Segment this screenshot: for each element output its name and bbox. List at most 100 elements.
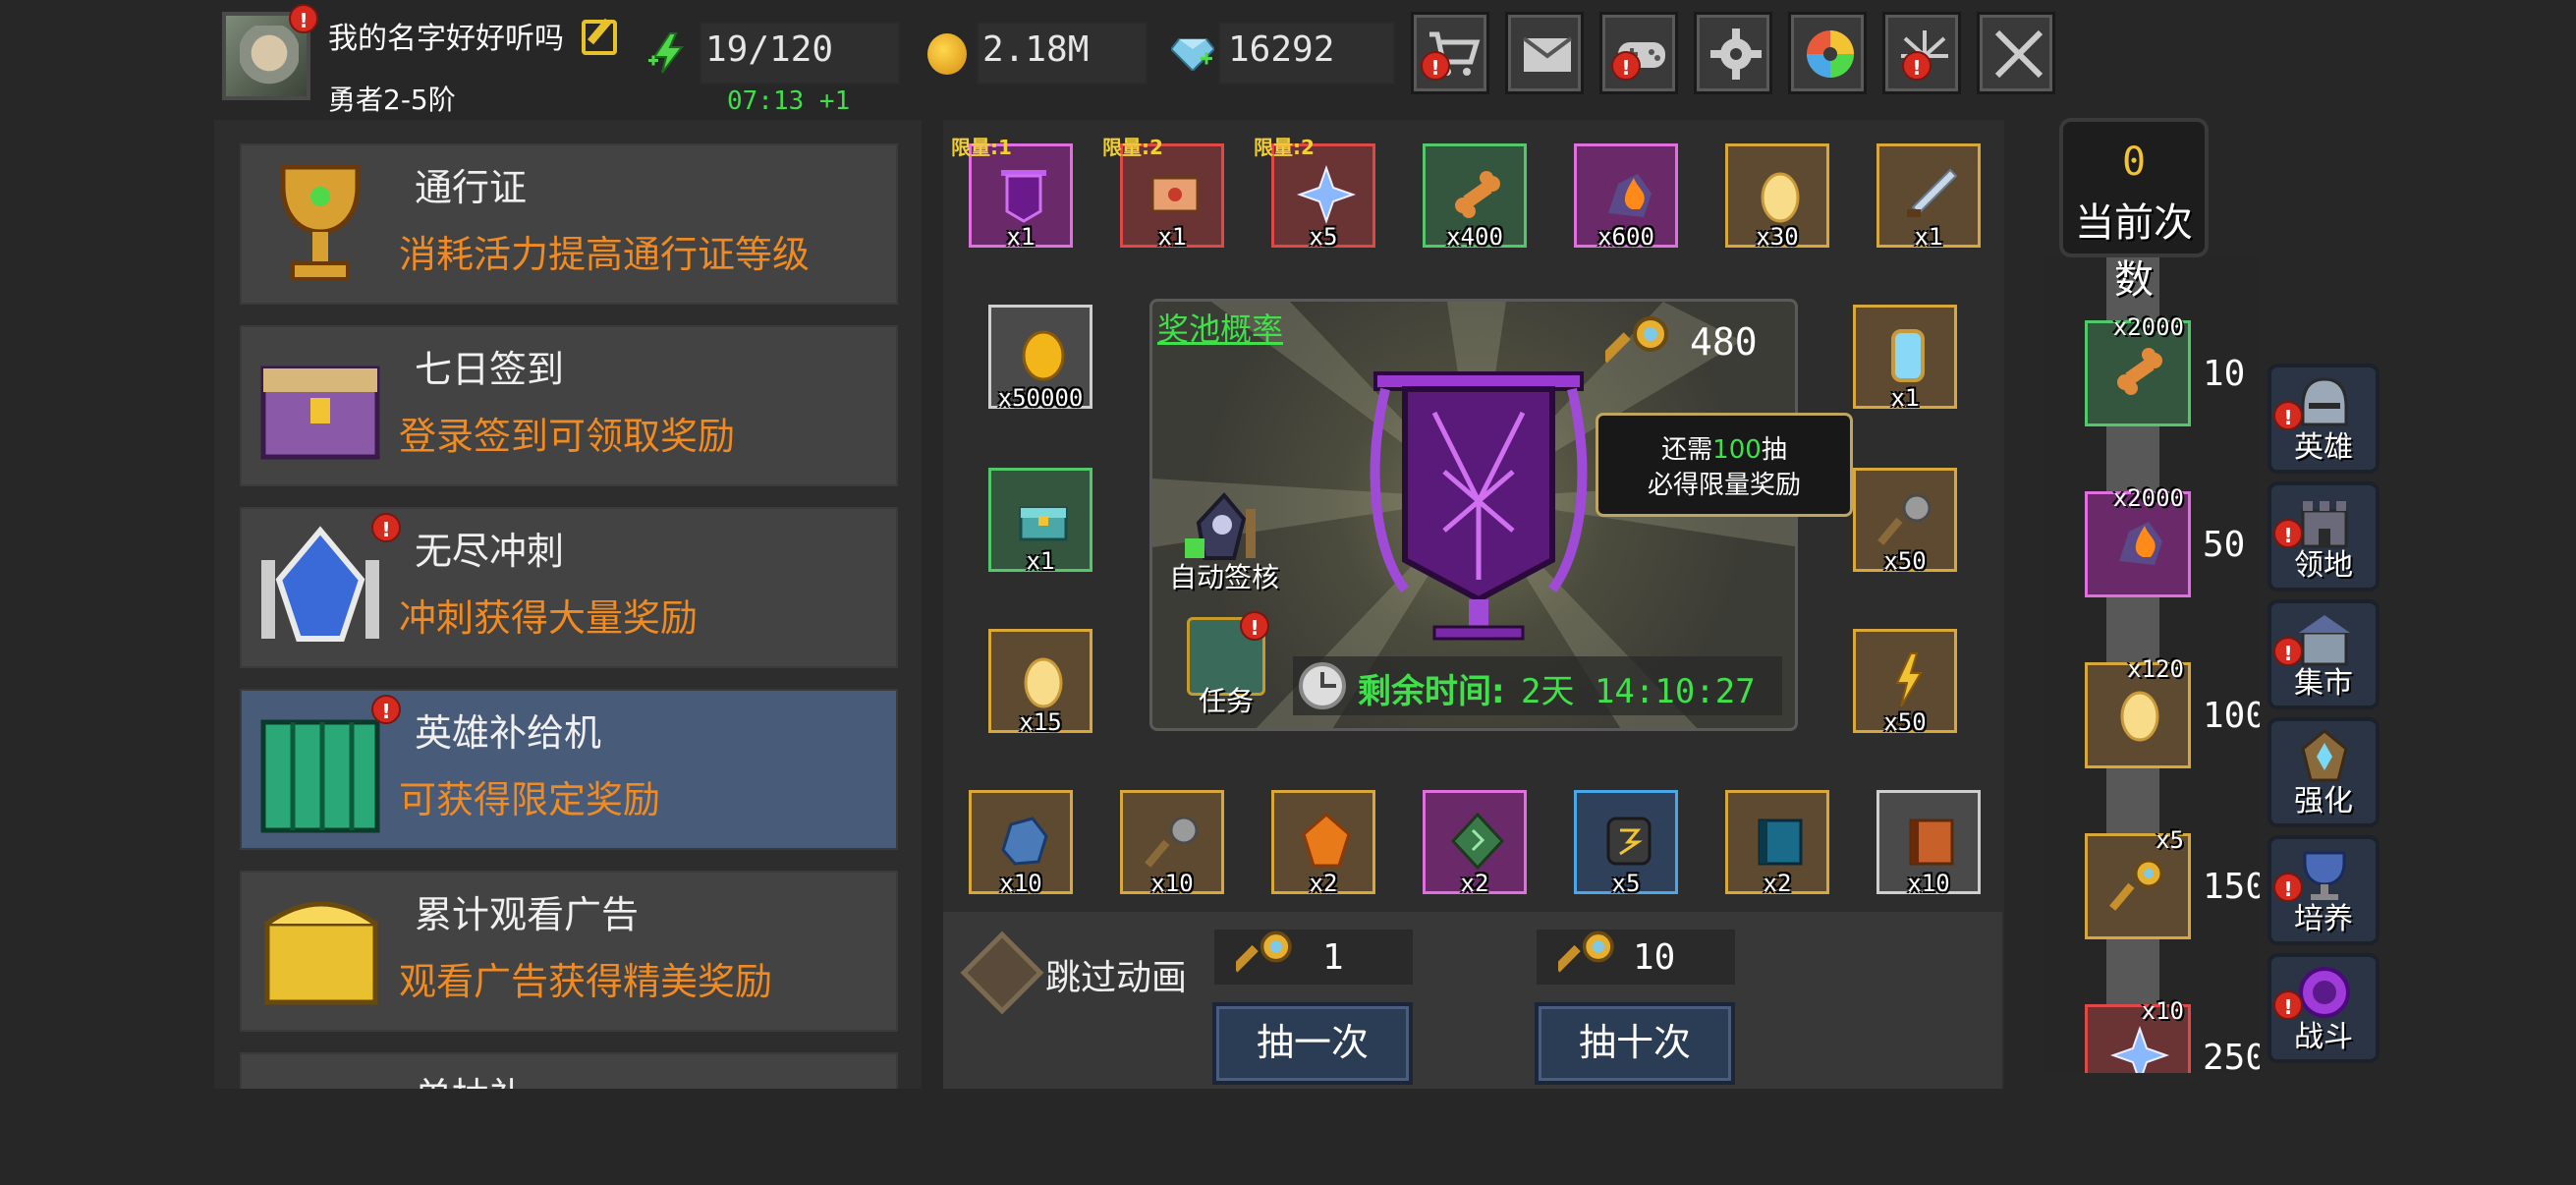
nav-button[interactable]: 集市! xyxy=(2268,599,2380,709)
item-count: x50 xyxy=(1883,547,1927,575)
menu-card[interactable]: 无尽冲刺 冲刺获得大量奖励! xyxy=(240,507,898,668)
pity-tooltip: 还需100抽 必得限量奖励 xyxy=(1596,413,1853,517)
draw-count: 0 xyxy=(2121,140,2147,185)
draw-ten-button[interactable]: 抽十次 xyxy=(1535,1002,1735,1085)
star-crystal-icon xyxy=(2109,1025,2170,1073)
avatar-portrait xyxy=(240,26,299,94)
dagger-icon xyxy=(1907,168,1958,217)
gold-chest-icon xyxy=(264,901,378,1005)
gear-icon xyxy=(1710,28,1762,80)
milestone-count: x2000 xyxy=(2112,484,2184,512)
gold-value: 2.18M xyxy=(982,29,1090,70)
reward-slot[interactable]: x15 xyxy=(988,629,1092,736)
key-icon xyxy=(1236,931,1292,973)
milestone-threshold: 150 xyxy=(2203,867,2260,907)
reward-slot[interactable]: x5 xyxy=(1574,790,1678,897)
auto-sign-label[interactable]: 自动签核 xyxy=(1169,556,1279,595)
reward-slot[interactable]: x2 xyxy=(1725,790,1829,897)
event-menu: 通行证 消耗活力提高通行证等级 七日签到 登录签到可领取奖励 无尽冲刺 冲刺获得大量奖励!… xyxy=(214,120,922,1089)
alert-icon: ! xyxy=(2273,519,2303,548)
gift-icon xyxy=(253,1066,387,1089)
reward-slot[interactable]: x50 xyxy=(1853,468,1957,575)
chalice-icon xyxy=(280,164,361,281)
reward-slot[interactable]: x30 xyxy=(1725,143,1829,251)
nav-button[interactable]: 培养! xyxy=(2268,835,2380,945)
settings-button[interactable] xyxy=(1694,12,1772,94)
item-count: x50000 xyxy=(997,384,1084,412)
milestone-reward[interactable]: x2000 xyxy=(2085,484,2191,597)
menu-card[interactable]: 英雄补给机 可获得限定奖励! xyxy=(240,689,898,850)
key-icon xyxy=(1558,931,1614,973)
item-count: x50 xyxy=(1883,708,1927,736)
reward-slot[interactable]: x10 xyxy=(1876,790,1981,897)
fireworks-alert-icon: ! xyxy=(1902,51,1932,81)
milestone-count: x120 xyxy=(2127,655,2184,683)
reward-slot[interactable]: x2 xyxy=(1271,790,1375,897)
milestone-threshold: 50 xyxy=(2203,525,2246,565)
nav-button[interactable]: 战斗! xyxy=(2268,953,2380,1063)
emerald-crate-icon xyxy=(260,719,380,833)
limit-label: 限量:2 xyxy=(1102,136,1163,159)
reward-slot[interactable]: x10 xyxy=(1120,790,1224,897)
milestone-reward[interactable]: x2000 xyxy=(2085,313,2191,426)
nav-label: 强化 xyxy=(2294,784,2353,818)
rune-gold-icon xyxy=(1606,817,1652,866)
milestone-threshold: 10 xyxy=(2203,354,2246,394)
milestone-track[interactable]: x2000 10 x2000 50 x120 100 x5 150 x10 250 xyxy=(2044,257,2260,1073)
menu-card[interactable]: 通行证 消耗活力提高通行证等级 xyxy=(240,143,898,305)
alert-icon: ! xyxy=(2273,401,2303,430)
book-blue-icon xyxy=(1758,818,1803,866)
milestone-reward[interactable]: x120 xyxy=(2085,655,2191,768)
draw-bar xyxy=(943,912,2002,1089)
menu-card[interactable]: 单抽礼 xyxy=(240,1052,898,1089)
milestone-reward[interactable]: x5 xyxy=(2085,826,2191,939)
item-count: x2 xyxy=(1763,870,1792,897)
item-count: x600 xyxy=(1597,223,1654,251)
pity-tooltip-line2: 必得限量奖励 xyxy=(1647,471,1801,500)
key-icon xyxy=(1605,316,1668,364)
gamepad-button[interactable] xyxy=(1599,12,1678,94)
reward-slot[interactable]: x50 xyxy=(1853,629,1957,736)
item-count: x10 xyxy=(1907,870,1950,897)
nav-button[interactable]: 强化 xyxy=(2268,717,2380,827)
reward-slot[interactable]: x1 xyxy=(988,468,1092,575)
reward-slot[interactable]: x1 xyxy=(1876,143,1981,251)
menu-card[interactable]: 七日签到 登录签到可领取奖励 xyxy=(240,325,898,486)
task-label[interactable]: 任务 xyxy=(1199,680,1254,719)
skip-animation-label[interactable]: 跳过动画 xyxy=(1045,949,1187,1000)
mail-button[interactable] xyxy=(1505,12,1584,94)
mail-icon xyxy=(1522,36,1573,72)
menu-description: 消耗活力提高通行证等级 xyxy=(399,233,811,276)
color-wheel-icon xyxy=(1807,30,1854,78)
color-wheel-button[interactable] xyxy=(1788,12,1867,94)
remaining-time-label: 剩余时间: xyxy=(1358,672,1505,711)
reward-slot[interactable]: x10 xyxy=(969,790,1073,897)
nav-button[interactable]: 英雄! xyxy=(2268,364,2380,474)
menu-card[interactable]: 累计观看广告 观看广告获得精美奖励 xyxy=(240,871,898,1032)
fire-ore-icon xyxy=(1608,174,1652,217)
battle-button[interactable] xyxy=(1977,12,2055,94)
milestone-reward[interactable]: x10 xyxy=(2085,997,2191,1073)
draw-once-button[interactable]: 抽一次 xyxy=(1212,1002,1413,1085)
reward-slot[interactable]: x400 xyxy=(1423,143,1527,251)
reward-slot[interactable]: x600 xyxy=(1574,143,1678,251)
reward-slot[interactable]: x2 xyxy=(1423,790,1527,897)
menu-description: 可获得限定奖励 xyxy=(399,778,661,821)
menu-description: 观看广告获得精美奖励 xyxy=(399,960,773,1003)
nav-button[interactable]: 领地! xyxy=(2268,481,2380,592)
item-count: x5 xyxy=(1309,223,1338,251)
egg-icon xyxy=(2120,691,2159,742)
alert-icon: ! xyxy=(2273,873,2303,902)
prize-probability-link[interactable]: 奖池概率 xyxy=(1157,305,1283,350)
shop-button[interactable] xyxy=(1411,12,1489,94)
reward-slot[interactable]: x50000 xyxy=(988,305,1092,412)
reward-slot[interactable]: x1 xyxy=(1853,305,1957,412)
item-count: x2 xyxy=(1309,870,1338,897)
fire-ore-icon xyxy=(2119,522,2162,565)
milestone-count: x5 xyxy=(2156,826,2184,854)
single-draw-cost: 1 xyxy=(1322,937,1344,978)
edit-name-icon[interactable] xyxy=(582,20,617,55)
remaining-time-value: 2天 14:10:27 xyxy=(1521,672,1756,711)
menu-title: 七日签到 xyxy=(415,348,565,391)
item-count: x1 xyxy=(1890,384,1920,412)
